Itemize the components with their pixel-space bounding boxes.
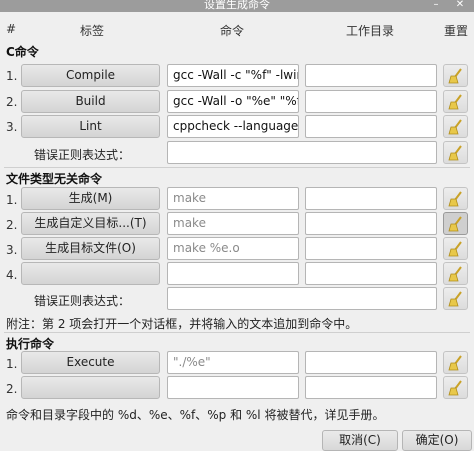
broom-icon: [448, 145, 462, 161]
indep-label-button-1[interactable]: 生成(M): [21, 187, 160, 210]
indep-error-regex-reset-button[interactable]: [443, 287, 468, 310]
row-number: 2.: [6, 382, 18, 396]
broom-icon: [448, 291, 462, 307]
exec-reset-button-1[interactable]: [443, 351, 468, 374]
note-text: 附注：第 2 项会打开一个对话框，并将输入的文本追加到命令中。: [6, 317, 358, 331]
broom-icon: [448, 355, 462, 371]
section-title-execute: 执行命令: [6, 337, 55, 351]
row-number: 2.: [6, 218, 18, 232]
c-label-button-1[interactable]: Compile: [21, 64, 160, 87]
indep-workdir-field-3[interactable]: [305, 237, 437, 260]
c-command-field-3[interactable]: cppcheck --language=: [167, 115, 299, 138]
ok-button[interactable]: 确定(O): [402, 430, 472, 451]
indep-error-regex-label: 错误正则表达式：: [34, 294, 131, 308]
exec-command-field-1[interactable]: "./%e": [167, 351, 299, 374]
header-label: 标签: [80, 24, 105, 38]
row-number: 2.: [6, 95, 18, 109]
exec-label-button-2[interactable]: [21, 376, 160, 399]
c-workdir-field-2[interactable]: [305, 90, 437, 113]
broom-icon: [448, 119, 462, 135]
row-number: 3.: [6, 120, 18, 134]
indep-reset-button-1[interactable]: [443, 187, 468, 210]
exec-command-field-2[interactable]: [167, 376, 299, 399]
cancel-button[interactable]: 取消(C): [322, 430, 398, 451]
broom-icon: [448, 216, 462, 232]
indep-command-field-4[interactable]: [167, 262, 299, 285]
indep-command-field-1[interactable]: make: [167, 187, 299, 210]
row-number: 3.: [6, 243, 18, 257]
c-reset-button-3[interactable]: [443, 115, 468, 138]
window-titlebar: 设置生成命令: [0, 0, 474, 12]
exec-workdir-field-1[interactable]: [305, 351, 437, 374]
broom-icon: [448, 68, 462, 84]
indep-command-field-3[interactable]: make %e.o: [167, 237, 299, 260]
row-number: 1.: [6, 69, 18, 83]
c-command-field-2[interactable]: gcc -Wall -o "%e" "%f": [167, 90, 299, 113]
broom-icon: [448, 266, 462, 282]
minimize-icon[interactable]: –: [430, 0, 442, 12]
row-number: 1.: [6, 193, 18, 207]
c-error-regex-field[interactable]: [167, 141, 437, 164]
exec-reset-button-2[interactable]: [443, 376, 468, 399]
header-command: 命令: [220, 24, 245, 38]
indep-label-button-3[interactable]: 生成目标文件(O): [21, 237, 160, 260]
header-workdir: 工作目录: [346, 24, 395, 38]
c-label-button-2[interactable]: Build: [21, 90, 160, 113]
indep-reset-button-3[interactable]: [443, 237, 468, 260]
exec-label-button-1[interactable]: Execute: [21, 351, 160, 374]
window-title: 设置生成命令: [204, 0, 270, 11]
c-workdir-field-1[interactable]: [305, 64, 437, 87]
footer-note-text: 命令和目录字段中的 %d、%e、%f、%p 和 %l 将被替代，详见手册。: [6, 408, 385, 422]
c-error-regex-label: 错误正则表达式：: [34, 148, 131, 162]
exec-workdir-field-2[interactable]: [305, 376, 437, 399]
header-reset: 重置: [444, 24, 469, 38]
c-command-field-1[interactable]: gcc -Wall -c "%f" -lwiri: [167, 64, 299, 87]
c-reset-button-1[interactable]: [443, 64, 468, 87]
indep-label-button-2[interactable]: 生成自定义目标...(T): [21, 212, 160, 235]
row-number: 1.: [6, 357, 18, 371]
indep-reset-button-2[interactable]: [443, 212, 468, 235]
indep-workdir-field-2[interactable]: [305, 212, 437, 235]
section-title-independent: 文件类型无关命令: [6, 172, 103, 186]
header-num: #: [6, 22, 17, 36]
indep-command-field-2[interactable]: make: [167, 212, 299, 235]
row-number: 4.: [6, 268, 18, 282]
broom-icon: [448, 380, 462, 396]
indep-error-regex-field[interactable]: [167, 287, 437, 310]
c-error-regex-reset-button[interactable]: [443, 141, 468, 164]
separator: [4, 167, 470, 168]
indep-reset-button-4[interactable]: [443, 262, 468, 285]
broom-icon: [448, 94, 462, 110]
section-title-c: C命令: [6, 45, 39, 59]
indep-label-button-4[interactable]: [21, 262, 160, 285]
separator: [4, 332, 470, 333]
c-workdir-field-3[interactable]: [305, 115, 437, 138]
c-reset-button-2[interactable]: [443, 90, 468, 113]
indep-workdir-field-4[interactable]: [305, 262, 437, 285]
c-label-button-3[interactable]: Lint: [21, 115, 160, 138]
broom-icon: [448, 191, 462, 207]
indep-workdir-field-1[interactable]: [305, 187, 437, 210]
close-icon[interactable]: ✕: [454, 0, 466, 12]
broom-icon: [448, 241, 462, 257]
